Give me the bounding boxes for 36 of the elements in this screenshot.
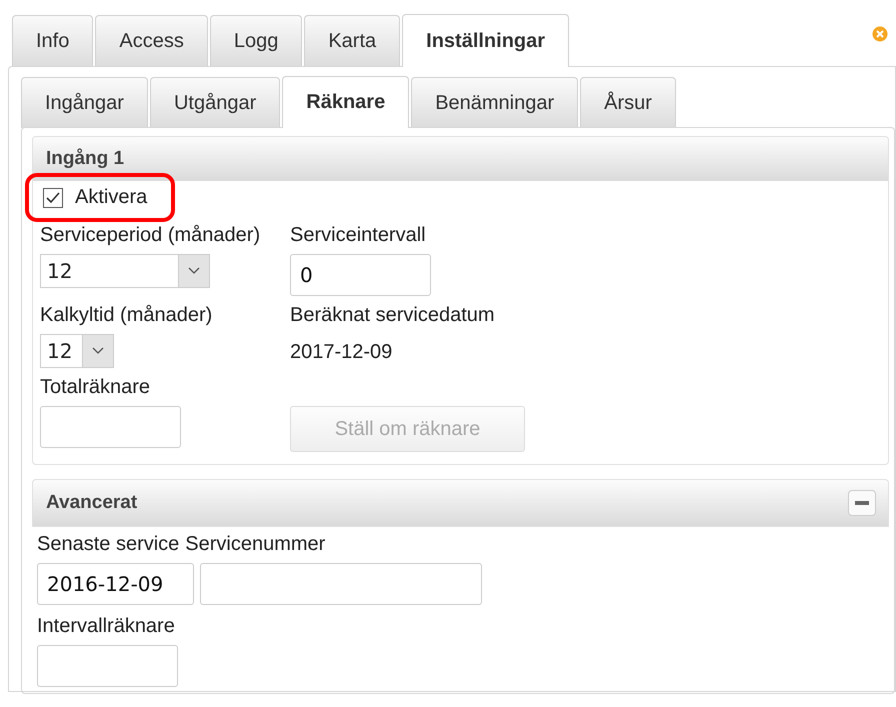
tab[interactable]: Utgångar [150,77,280,128]
field-label: Serviceintervall [290,223,427,248]
section-header: Ingång 1 [33,137,888,181]
field-label: Serviceperiod (månader) [40,223,262,248]
checkbox-label[interactable]: Aktivera [75,186,148,209]
input-field[interactable] [40,406,181,448]
date-value: 2017-12-09 [290,340,394,365]
check-icon [45,190,61,204]
tab[interactable]: Benämningar [411,77,578,128]
tab[interactable]: Logg [210,15,302,67]
collapse-button[interactable] [848,490,876,516]
field-label: Beräknat servicedatum [290,303,496,328]
field-label: Intervallräknare [37,614,176,639]
checkbox[interactable] [43,188,63,208]
tab[interactable]: Räknare [282,76,410,128]
field-label: Totalräknare [40,375,152,400]
field-label: Kalkyltid (månader) [40,303,214,328]
tab[interactable]: Årsur [580,77,676,128]
minus-icon [855,501,869,505]
tab[interactable]: Ingångar [21,77,148,128]
input-field[interactable] [200,563,482,605]
field-label: Senaste service [37,532,180,557]
input-field[interactable]: 2016-12-09 [37,563,194,605]
tab[interactable]: Inställningar [402,14,570,67]
tab[interactable]: Info [12,15,94,67]
input-field[interactable]: 0 [290,254,431,296]
dropdown[interactable]: 12 [40,334,114,368]
close-icon[interactable] [872,26,888,42]
tab[interactable]: Karta [304,15,400,67]
input-field[interactable] [37,645,178,687]
section-title: Avancerat [46,492,138,514]
chevron-down-icon [92,347,104,355]
dropdown[interactable]: 12 [40,254,210,288]
chevron-down-icon [188,267,200,275]
tab[interactable]: Access [95,15,208,67]
field-label: Servicenummer [185,532,326,557]
